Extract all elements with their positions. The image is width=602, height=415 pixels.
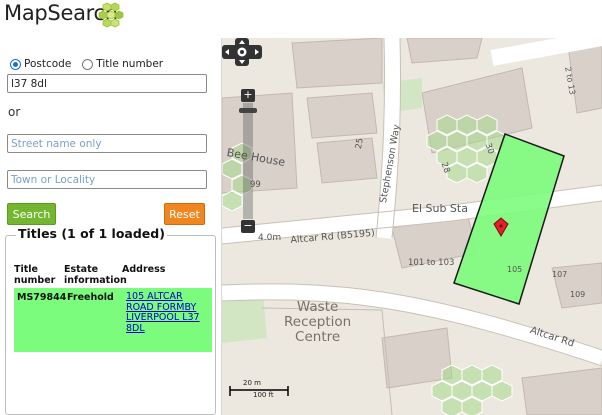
spot-height-label: 4.0m (258, 233, 282, 243)
map-view[interactable]: Altcar Rd (B5195) Altcar Rd Stephenson W… (222, 38, 602, 415)
title-number-radio-label[interactable]: Title number (96, 58, 163, 70)
reset-button[interactable]: Reset (164, 203, 205, 225)
zoom-out-button[interactable]: − (241, 220, 255, 233)
house-number-107: 107 (552, 270, 568, 279)
zoom-in-button[interactable]: + (241, 89, 255, 102)
house-number-105: 105 (507, 265, 523, 274)
search-panel: Postcode Title number or Search Reset Ti… (0, 38, 222, 415)
or-separator: or (8, 105, 21, 119)
column-header-address: Address (122, 264, 166, 275)
zoom-slider-handle[interactable] (239, 108, 257, 113)
pan-control[interactable] (222, 38, 262, 66)
town-input[interactable] (7, 170, 207, 189)
scale-imperial: 100 ft (253, 391, 274, 399)
titles-heading: Titles (1 of 1 loaded) (16, 226, 167, 241)
titles-results: Titles (1 of 1 loaded) Title number Esta… (5, 226, 216, 415)
title-number-radio[interactable] (82, 58, 94, 70)
search-mode-group: Postcode Title number (10, 58, 171, 70)
logo-hex-icon (98, 2, 124, 28)
title-number-cell: MS79844 (17, 292, 67, 303)
map-canvas (222, 38, 602, 415)
address-link[interactable]: 105 ALTCAR ROAD FORMBY LIVERPOOL L37 8DL (126, 291, 210, 334)
house-number-109: 109 (570, 290, 586, 299)
sub-station-label: El Sub Sta (412, 202, 468, 215)
column-header-title-number: Title number (14, 264, 56, 286)
postcode-input[interactable] (7, 74, 207, 93)
app-window: MapSearch Postcode Title number or Searc… (0, 0, 602, 415)
address-range-101-103: 101 to 103 (408, 258, 455, 268)
zoom-slider-track[interactable] (243, 103, 253, 219)
column-header-estate: Estate information (64, 264, 127, 286)
waste-reception-label: Waste Reception Centre (284, 299, 352, 345)
house-number-25: 25 (354, 137, 366, 150)
scale-metric: 20 m (243, 379, 261, 387)
search-button[interactable]: Search (7, 203, 56, 225)
estate-cell: Freehold (67, 292, 114, 303)
header: MapSearch (0, 0, 602, 38)
postcode-radio-label[interactable]: Postcode (24, 58, 71, 70)
postcode-radio[interactable] (10, 58, 21, 70)
street-input[interactable] (7, 134, 207, 153)
